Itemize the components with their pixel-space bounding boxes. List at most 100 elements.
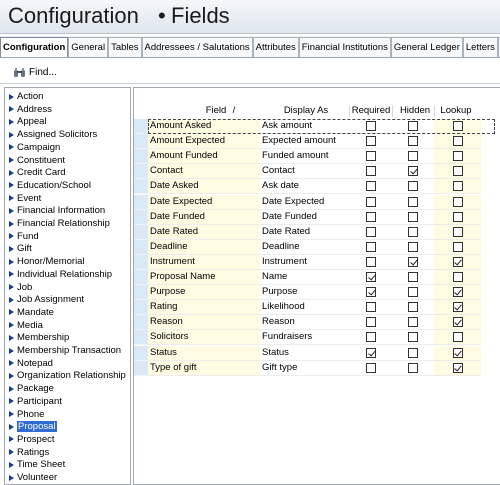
lookup-checkbox[interactable] xyxy=(452,181,463,192)
hidden-checkbox[interactable] xyxy=(408,332,418,343)
expand-arrow-icon[interactable] xyxy=(9,106,14,113)
lookup-checkbox[interactable] xyxy=(452,317,463,328)
column-header-display-as[interactable]: Display As xyxy=(256,105,356,117)
table-row[interactable]: Amount Funded Funded amount xyxy=(134,149,500,165)
expand-arrow-icon[interactable] xyxy=(9,461,14,468)
row-selector[interactable] xyxy=(134,149,148,165)
tree-item-assigned-solicitors[interactable]: Assigned Solicitors xyxy=(9,129,97,140)
hidden-checkbox[interactable] xyxy=(408,196,418,207)
hidden-checkbox[interactable] xyxy=(408,181,418,192)
required-checkbox[interactable] xyxy=(366,347,376,358)
expand-arrow-icon[interactable] xyxy=(9,284,14,290)
tree-item-individual-relationship[interactable]: Individual Relationship xyxy=(9,269,112,280)
hidden-checkbox[interactable] xyxy=(408,302,418,313)
column-header-lookup[interactable]: Lookup xyxy=(434,105,478,117)
tree-item-gift[interactable]: Gift xyxy=(9,243,32,254)
required-checkbox[interactable] xyxy=(366,256,376,267)
tree-item-honor-memorial[interactable]: Honor/Memorial xyxy=(9,256,85,267)
required-checkbox[interactable] xyxy=(366,211,376,222)
hidden-checkbox[interactable] xyxy=(408,287,418,298)
table-row[interactable]: Type of gift Gift type xyxy=(134,360,500,376)
display-as-cell[interactable]: Ask date xyxy=(260,179,350,195)
display-as-cell[interactable]: Deadline xyxy=(260,239,350,255)
expand-arrow-icon[interactable] xyxy=(9,474,14,481)
hidden-checkbox[interactable] xyxy=(408,226,418,237)
tree-item-participant[interactable]: Participant xyxy=(9,396,62,407)
table-row[interactable]: Date Funded Date Funded xyxy=(134,209,500,225)
row-selector[interactable] xyxy=(134,315,148,331)
lookup-checkbox[interactable] xyxy=(452,347,463,358)
table-row[interactable]: Solicitors Fundraisers xyxy=(134,330,500,346)
tab-letters[interactable]: Letters xyxy=(462,37,498,57)
tree-item-phone[interactable]: Phone xyxy=(9,409,44,420)
lookup-checkbox[interactable] xyxy=(452,166,463,177)
table-row[interactable]: Rating Likelihood xyxy=(134,300,500,316)
tree-item-ratings[interactable]: Ratings xyxy=(9,447,49,458)
tree-item-notepad[interactable]: Notepad xyxy=(9,358,53,369)
row-selector[interactable] xyxy=(134,300,148,316)
display-as-cell[interactable]: Expected amount xyxy=(260,134,350,150)
tree-item-constituent[interactable]: Constituent xyxy=(9,155,65,166)
expand-arrow-icon[interactable] xyxy=(9,118,14,125)
display-as-cell[interactable]: Status xyxy=(260,345,350,361)
tree-item-credit-card[interactable]: Credit Card xyxy=(9,167,66,178)
row-selector[interactable] xyxy=(134,270,148,285)
required-checkbox[interactable] xyxy=(366,332,376,343)
lookup-checkbox[interactable] xyxy=(452,332,463,343)
tree-item-fund[interactable]: Fund xyxy=(9,231,39,242)
table-row[interactable]: Date Rated Date Rated xyxy=(134,224,500,240)
tree-item-volunteer[interactable]: Volunteer xyxy=(9,472,57,483)
tree-item-job-assignment[interactable]: Job Assignment xyxy=(9,294,84,305)
expand-arrow-icon[interactable] xyxy=(9,360,14,367)
row-selector[interactable] xyxy=(134,164,148,180)
required-checkbox[interactable] xyxy=(366,362,376,373)
tree-item-event[interactable]: Event xyxy=(9,193,41,204)
row-selector[interactable] xyxy=(134,360,148,376)
tree-item-appeal[interactable]: Appeal xyxy=(9,116,47,127)
hidden-checkbox[interactable] xyxy=(408,151,418,162)
lookup-checkbox[interactable] xyxy=(452,151,463,162)
expand-arrow-icon[interactable] xyxy=(9,296,14,303)
hidden-checkbox[interactable] xyxy=(408,121,418,131)
row-selector[interactable] xyxy=(134,254,148,270)
expand-arrow-icon[interactable] xyxy=(9,385,14,392)
required-checkbox[interactable] xyxy=(366,241,376,252)
tree-item-media[interactable]: Media xyxy=(9,320,43,331)
tab-general[interactable]: General xyxy=(68,37,109,57)
tree-item-time-sheet[interactable]: Time Sheet xyxy=(9,459,65,470)
display-as-cell[interactable]: Likelihood xyxy=(260,300,350,316)
column-header-field[interactable]: Field xyxy=(168,105,264,117)
display-as-cell[interactable]: Instrument xyxy=(260,254,350,270)
tree-item-membership[interactable]: Membership xyxy=(9,332,69,343)
expand-arrow-icon[interactable] xyxy=(9,220,14,227)
expand-arrow-icon[interactable] xyxy=(9,93,14,100)
table-row[interactable]: Amount Expected Expected amount xyxy=(134,134,500,150)
lookup-checkbox[interactable] xyxy=(452,211,463,222)
hidden-checkbox[interactable] xyxy=(408,241,418,252)
required-checkbox[interactable] xyxy=(366,226,376,237)
row-selector[interactable] xyxy=(134,224,148,240)
hidden-checkbox[interactable] xyxy=(408,211,418,222)
row-selector[interactable] xyxy=(134,119,148,134)
hidden-checkbox[interactable] xyxy=(408,136,418,147)
lookup-checkbox[interactable] xyxy=(452,121,463,131)
hidden-checkbox[interactable] xyxy=(408,166,418,177)
find-button[interactable]: Find... xyxy=(9,63,61,81)
table-row[interactable]: Date Asked Ask date xyxy=(134,179,500,195)
tree-item-job[interactable]: Job xyxy=(9,282,32,293)
lookup-checkbox[interactable] xyxy=(452,302,463,313)
table-row[interactable]: Purpose Purpose xyxy=(134,285,500,301)
tree-item-membership-transaction[interactable]: Membership Transaction xyxy=(9,345,121,356)
table-row[interactable]: Deadline Deadline xyxy=(134,239,500,255)
lookup-checkbox[interactable] xyxy=(452,287,463,298)
hidden-checkbox[interactable] xyxy=(408,272,418,282)
required-checkbox[interactable] xyxy=(366,272,376,282)
display-as-cell[interactable]: Purpose xyxy=(260,285,350,301)
tree-item-education-school[interactable]: Education/School xyxy=(9,180,91,191)
expand-arrow-icon[interactable] xyxy=(9,449,14,456)
table-row[interactable]: Amount Asked Ask amount xyxy=(134,119,500,134)
tree-item-financial-relationship[interactable]: Financial Relationship xyxy=(9,218,110,229)
expand-arrow-icon[interactable] xyxy=(9,131,14,138)
expand-arrow-icon[interactable] xyxy=(9,258,14,265)
hidden-checkbox[interactable] xyxy=(408,362,418,373)
